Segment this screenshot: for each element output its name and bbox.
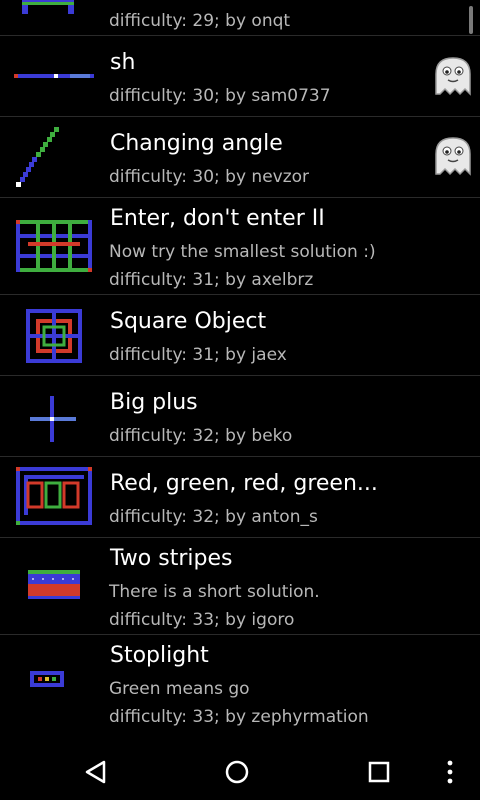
recents-button[interactable] — [349, 744, 409, 800]
level-description: There is a short solution. — [109, 582, 320, 602]
level-thumbnail — [28, 570, 80, 599]
level-row-5[interactable]: Big plus difficulty: 32; by beko — [0, 376, 480, 457]
home-button[interactable] — [207, 744, 267, 800]
ghost-icon — [435, 137, 471, 176]
level-row-6[interactable]: Red, green, red, green... difficulty: 32… — [0, 457, 480, 538]
level-title: Big plus — [110, 390, 198, 415]
level-meta: difficulty: 30; by sam0737 — [109, 86, 331, 106]
level-row-7[interactable]: Two stripes There is a short solution. d… — [0, 538, 480, 635]
level-meta: difficulty: 30; by nevzor — [109, 167, 310, 187]
level-meta: difficulty: 33; by zephyrmation — [109, 707, 369, 727]
level-title: Stoplight — [110, 643, 209, 668]
navigation-bar — [0, 744, 480, 800]
level-meta: difficulty: 31; by axelbrz — [109, 270, 314, 290]
overflow-menu-button[interactable] — [420, 744, 480, 800]
level-description: Green means go — [109, 679, 250, 699]
level-title: Changing angle — [110, 131, 283, 156]
level-list[interactable]: sudy difficulty: 29; by onqt sh difficul… — [0, 0, 480, 744]
level-row-1[interactable]: sh difficulty: 30; by sam0737 — [0, 36, 480, 117]
level-row-0[interactable]: sudy difficulty: 29; by onqt — [0, 0, 480, 36]
level-meta: difficulty: 32; by beko — [109, 426, 293, 446]
level-title: sh — [110, 50, 136, 75]
level-description: Now try the smallest solution :) — [109, 242, 376, 262]
level-row-3[interactable]: Enter, don't enter II Now try the smalle… — [0, 198, 480, 295]
level-thumbnail — [16, 220, 92, 272]
level-row-2[interactable]: Changing angle difficulty: 30; by nevzor — [0, 117, 480, 198]
level-thumbnail — [16, 127, 59, 187]
level-thumbnail — [30, 396, 76, 442]
overflow-menu-icon — [447, 760, 453, 784]
scrollbar[interactable] — [469, 6, 473, 34]
level-row-4[interactable]: Square Object difficulty: 31; by jaex — [0, 295, 480, 376]
level-meta: difficulty: 32; by anton_s — [109, 507, 318, 527]
level-title: Red, green, red, green... — [110, 471, 378, 496]
ghost-icon — [435, 57, 471, 96]
level-title: Two stripes — [110, 546, 233, 571]
recents-square-icon — [368, 761, 390, 783]
level-title: Enter, don't enter II — [110, 206, 325, 231]
level-meta: difficulty: 31; by jaex — [109, 345, 287, 365]
level-meta: difficulty: 33; by igoro — [109, 610, 295, 630]
level-thumbnail — [26, 309, 82, 363]
back-triangle-icon — [85, 760, 106, 784]
level-thumbnail — [16, 467, 92, 525]
level-thumbnail — [14, 74, 94, 78]
level-row-8[interactable]: Stoplight Green means go difficulty: 33;… — [0, 635, 480, 732]
level-thumbnail — [30, 671, 64, 687]
back-button[interactable] — [66, 744, 126, 800]
level-meta: difficulty: 29; by onqt — [109, 11, 291, 31]
home-circle-icon — [225, 760, 249, 784]
level-title: Square Object — [110, 309, 267, 334]
